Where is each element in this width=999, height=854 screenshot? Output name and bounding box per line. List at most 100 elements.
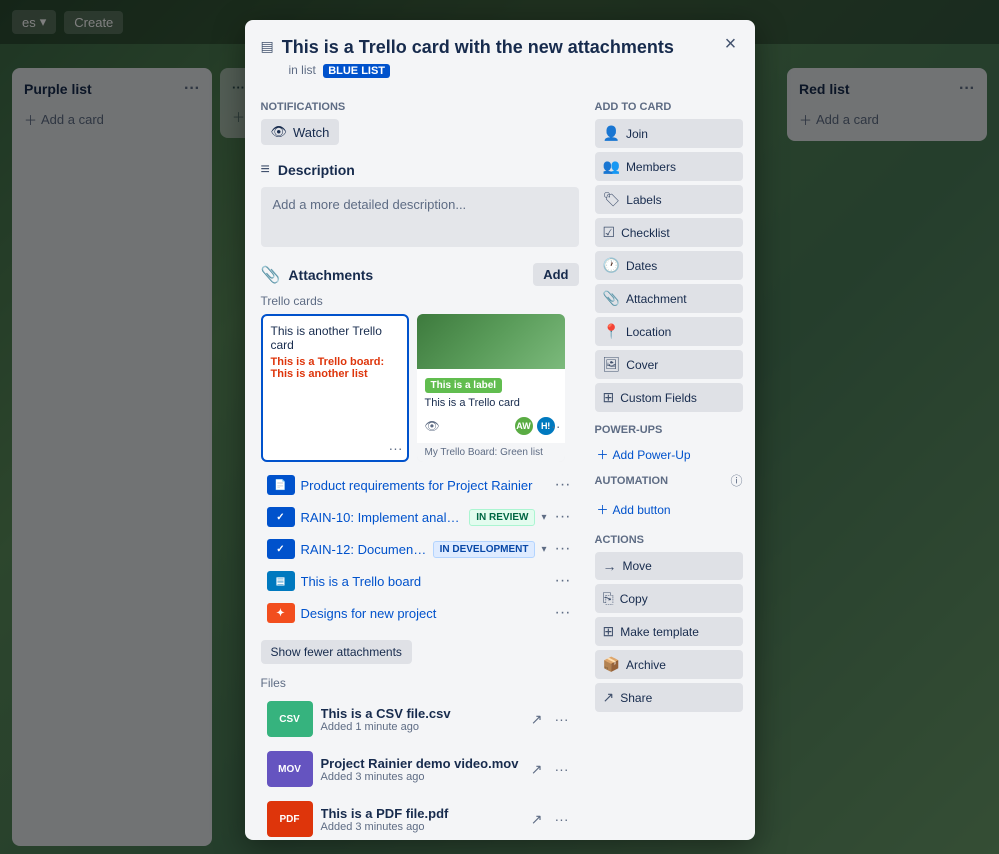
link-menu-3[interactable]: ··· <box>553 540 573 558</box>
file-menu-btn-3[interactable]: ··· <box>551 809 573 829</box>
dates-button[interactable]: 🕐 Dates <box>595 251 743 280</box>
plus-power-up-icon: ＋ <box>597 446 609 463</box>
description-header: ≡ Description <box>261 161 579 179</box>
card-thumb-1-menu[interactable]: ··· <box>389 440 403 456</box>
link-menu-5[interactable]: ··· <box>553 604 573 622</box>
file-name-3: This is a PDF file.pdf <box>321 806 519 821</box>
location-button[interactable]: 📍 Location <box>595 317 743 346</box>
link-item-4[interactable]: ▤ This is a Trello board ··· <box>261 566 579 596</box>
custom-fields-label: Custom Fields <box>620 391 697 405</box>
cover-button[interactable]: 🖼 Cover <box>595 350 743 379</box>
link-item-3[interactable]: ✓ RAIN-12: Document rollout plan for A/B… <box>261 534 579 564</box>
file-menu-btn-2[interactable]: ··· <box>551 759 573 779</box>
card-preview-dots[interactable]: ··· <box>547 418 561 434</box>
description-input[interactable]: Add a more detailed description... <box>261 187 579 247</box>
modal-header: ▤ This is a Trello card with the new att… <box>245 20 755 93</box>
card-preview-title: This is a Trello card <box>425 397 557 409</box>
custom-fields-icon: ⊞ <box>603 389 615 406</box>
add-button-button[interactable]: ＋ Add button <box>595 497 673 522</box>
checklist-icon: ☑ <box>603 224 616 241</box>
card-thumb-board: This is a Trello board: <box>271 356 385 368</box>
attachments-section: 📎 Attachments Add Trello cards This is a… <box>261 263 579 840</box>
labels-label: Labels <box>626 193 661 207</box>
link-text-2: RAIN-10: Implement analytics and observa… <box>301 510 464 525</box>
template-icon: ⊞ <box>603 623 615 640</box>
add-power-up-label: Add Power-Up <box>613 448 691 462</box>
link-menu-4[interactable]: ··· <box>553 572 573 590</box>
attachments-add-button[interactable]: Add <box>533 263 578 286</box>
location-icon: 📍 <box>603 323 620 340</box>
automation-info-icon[interactable]: ⓘ <box>730 472 742 489</box>
move-button[interactable]: → Move <box>595 552 743 580</box>
card-preview-image <box>417 314 565 369</box>
make-template-label: Make template <box>620 625 699 639</box>
watch-label: Watch <box>293 125 329 140</box>
link-item-5[interactable]: ✦ Designs for new project ··· <box>261 598 579 628</box>
link-item-1[interactable]: 📄 Product requirements for Project Raini… <box>261 470 579 500</box>
modal-close-button[interactable]: × <box>717 30 745 58</box>
file-link-btn-3[interactable]: ↗ <box>527 809 547 830</box>
notifications-section: Notifications 👁 Watch <box>261 101 579 145</box>
attachments-title: Attachments <box>288 267 373 283</box>
link-menu-2[interactable]: ··· <box>553 508 573 526</box>
file-name-1: This is a CSV file.csv <box>321 706 519 721</box>
file-thumb-csv: CSV <box>267 701 313 737</box>
link-text-5: Designs for new project <box>301 606 547 621</box>
copy-button[interactable]: ⎘ Copy <box>595 584 743 613</box>
custom-fields-button[interactable]: ⊞ Custom Fields <box>595 383 743 412</box>
watch-button[interactable]: 👁 Watch <box>261 119 340 145</box>
members-button[interactable]: 👥 Members <box>595 152 743 181</box>
description-section: ≡ Description Add a more detailed descri… <box>261 161 579 247</box>
show-fewer-links-button[interactable]: Show fewer attachments <box>261 640 412 664</box>
share-label: Share <box>620 691 652 705</box>
trello-cards-label: Trello cards <box>261 294 579 308</box>
trello-card-thumb-1[interactable]: This is another Trello card This is a Tr… <box>261 314 409 462</box>
add-power-up-button[interactable]: ＋ Add Power-Up <box>595 442 693 467</box>
dates-label: Dates <box>626 259 657 273</box>
archive-button[interactable]: 📦 Archive <box>595 650 743 679</box>
status-badge-dev[interactable]: IN DEVELOPMENT <box>433 541 536 558</box>
link-text-1: Product requirements for Project Rainier <box>301 478 547 493</box>
file-info-3: This is a PDF file.pdf Added 3 minutes a… <box>321 806 519 833</box>
link-icon-figma: ✦ <box>267 603 295 623</box>
file-item-2[interactable]: MOV Project Rainier demo video.mov Added… <box>261 746 579 792</box>
checklist-button[interactable]: ☑ Checklist <box>595 218 743 247</box>
join-icon: 👤 <box>603 125 620 142</box>
join-button[interactable]: 👤 Join <box>595 119 743 148</box>
make-template-button[interactable]: ⊞ Make template <box>595 617 743 646</box>
attachments-icon: 📎 <box>261 265 281 285</box>
modal-body: Notifications 👁 Watch ≡ Description Add … <box>245 93 755 840</box>
notifications-label: Notifications <box>261 101 579 113</box>
file-info-1: This is a CSV file.csv Added 1 minute ag… <box>321 706 519 733</box>
file-item-3[interactable]: PDF This is a PDF file.pdf Added 3 minut… <box>261 796 579 840</box>
link-menu-1[interactable]: ··· <box>553 476 573 494</box>
file-link-btn-1[interactable]: ↗ <box>527 709 547 730</box>
avatar-aw: AW <box>513 415 535 437</box>
file-menu-btn-1[interactable]: ··· <box>551 709 573 729</box>
link-item-2[interactable]: ✓ RAIN-10: Implement analytics and obser… <box>261 502 579 532</box>
files-section: Files CSV This is a CSV file.csv Added 1… <box>261 676 579 840</box>
status-chevron-2[interactable]: ▾ <box>541 544 546 555</box>
trello-card-thumb-2[interactable]: This is a label This is a Trello card 👁 … <box>417 314 565 462</box>
card-thumb-title-1: This is another Trello card <box>271 324 399 352</box>
file-item-1[interactable]: CSV This is a CSV file.csv Added 1 minut… <box>261 696 579 742</box>
move-icon: → <box>603 558 617 574</box>
copy-icon: ⎘ <box>603 590 614 607</box>
links-section: 📄 Product requirements for Project Raini… <box>261 470 579 628</box>
link-text-3: RAIN-12: Document rollout plan for A/B t… <box>301 542 427 557</box>
modal-title: This is a Trello card with the new attac… <box>282 36 674 59</box>
share-button[interactable]: ↗ Share <box>595 683 743 712</box>
files-label: Files <box>261 676 579 690</box>
members-label: Members <box>626 160 676 174</box>
labels-icon: 🏷 <box>603 191 621 208</box>
file-link-btn-2[interactable]: ↗ <box>527 759 547 780</box>
list-badge[interactable]: BLUE LIST <box>323 64 390 78</box>
attachment-button[interactable]: 📎 Attachment <box>595 284 743 313</box>
status-badge-review[interactable]: IN REVIEW <box>469 509 535 526</box>
labels-button[interactable]: 🏷 Labels <box>595 185 743 214</box>
status-chevron-1[interactable]: ▾ <box>541 512 546 523</box>
card-preview-body: This is a label This is a Trello card 👁 … <box>417 369 565 443</box>
link-text-4: This is a Trello board <box>301 574 547 589</box>
link-icon-jira-2: ✓ <box>267 539 295 559</box>
file-thumb-mov: MOV <box>267 751 313 787</box>
